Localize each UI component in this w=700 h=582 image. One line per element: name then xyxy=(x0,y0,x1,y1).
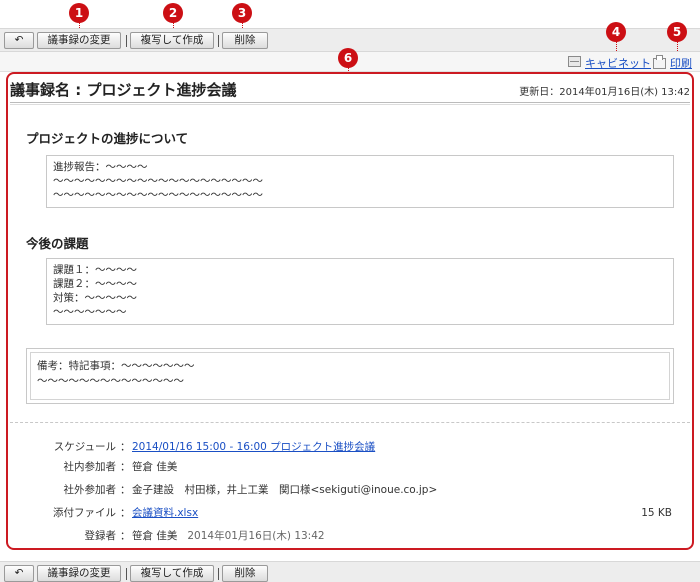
body-line: 対策：〜〜〜〜〜 xyxy=(53,292,137,304)
toolbar-separator xyxy=(218,568,219,580)
page-title: 議事録名 : プロジェクト進捗会議 xyxy=(10,81,237,99)
schedule-link[interactable]: 2014/01/16 15:00 - 16:00 プロジェクト進捗会議 xyxy=(132,441,375,453)
section-heading: プロジェクトの進捗について xyxy=(26,131,189,146)
registrant-name: 笹倉 佳美 xyxy=(132,530,178,542)
label-colon: ： xyxy=(120,530,131,542)
external-attendees-value: 金子建設 村田様，井上工業 関口様<sekiguti@inoue.co.jp> xyxy=(132,484,438,496)
registrant-time: 2014年01月16日(木) 13:42 xyxy=(187,530,325,542)
updated-date: 更新日：2014年01月16日(木) 13:42 xyxy=(519,87,690,98)
change-minutes-button[interactable]: 議事録の変更 xyxy=(37,32,121,49)
schedule-label: スケジュール xyxy=(53,441,116,453)
label-colon: ： xyxy=(120,507,131,519)
registrant-value: 笹倉 佳美 2014年01月16日(木) 13:42 xyxy=(132,528,325,544)
print-link[interactable]: 印刷 xyxy=(670,55,692,70)
attachment-size: 15 KB xyxy=(641,507,672,519)
change-minutes-button[interactable]: 議事録の変更 xyxy=(37,565,121,582)
body-line: 課題１：〜〜〜〜 xyxy=(53,264,137,276)
copy-create-button[interactable]: 複写して作成 xyxy=(130,565,214,582)
toolbar-separator xyxy=(126,568,127,580)
remarks-line: 〜〜〜〜〜〜〜〜〜〜〜〜〜〜 xyxy=(37,375,184,387)
label-colon: ： xyxy=(120,461,131,473)
callout-2: 2 xyxy=(163,3,183,23)
cabinet-link[interactable]: キャビネット xyxy=(585,55,651,70)
title-divider xyxy=(10,102,690,105)
attachment-label: 添付ファイル xyxy=(53,507,116,519)
callout-4: 4 xyxy=(606,22,626,42)
toolbar-separator xyxy=(126,35,127,47)
delete-button[interactable]: 削除 xyxy=(222,565,268,582)
cabinet-icon[interactable] xyxy=(568,56,581,67)
callout-3: 3 xyxy=(232,3,252,23)
body-line: 課題２：〜〜〜〜 xyxy=(53,278,137,290)
back-button[interactable]: ↶ xyxy=(4,565,34,582)
label-colon: ： xyxy=(120,484,131,496)
callout-5: 5 xyxy=(667,22,687,42)
body-line: 〜〜〜〜〜〜〜〜〜〜〜〜〜〜〜〜〜〜〜〜 xyxy=(53,175,263,187)
section-body: 進捗報告：〜〜〜〜 〜〜〜〜〜〜〜〜〜〜〜〜〜〜〜〜〜〜〜〜 〜〜〜〜〜〜〜〜〜… xyxy=(46,155,674,208)
attachment-link[interactable]: 会議資料.xlsx xyxy=(132,507,198,519)
remarks-line: 備考：特記事項：〜〜〜〜〜〜〜 xyxy=(37,360,195,372)
external-attendees-label: 社外参加者 xyxy=(63,484,117,496)
toolbar-separator xyxy=(218,35,219,47)
attachment-row: 添付ファイル ： 会議資料.xlsx 15 KB xyxy=(10,505,690,521)
info-divider xyxy=(10,422,690,423)
internal-attendees-value: 笹倉 佳美 xyxy=(132,461,178,473)
schedule-value: 2014/01/16 15:00 - 16:00 プロジェクト進捗会議 xyxy=(132,439,375,455)
section-body: 課題１：〜〜〜〜 課題２：〜〜〜〜 対策：〜〜〜〜〜 〜〜〜〜〜〜〜 xyxy=(46,258,674,325)
section-heading: 今後の課題 xyxy=(26,236,89,251)
internal-attendees-row: 社内参加者 ： 笹倉 佳美 xyxy=(10,459,690,475)
internal-attendees-label: 社内参加者 xyxy=(63,461,117,473)
label-colon: ： xyxy=(120,441,131,453)
body-line: 〜〜〜〜〜〜〜 xyxy=(53,306,127,318)
body-line: 〜〜〜〜〜〜〜〜〜〜〜〜〜〜〜〜〜〜〜〜 xyxy=(53,189,263,201)
schedule-row: スケジュール ： 2014/01/16 15:00 - 16:00 プロジェクト… xyxy=(10,439,690,455)
registrant-row: 登録者 ： 笹倉 佳美 2014年01月16日(木) 13:42 xyxy=(10,528,690,544)
printer-icon[interactable] xyxy=(653,55,666,69)
registrant-label: 登録者 xyxy=(84,530,117,542)
copy-create-button[interactable]: 複写して作成 xyxy=(130,32,214,49)
delete-button[interactable]: 削除 xyxy=(222,32,268,49)
callout-6: 6 xyxy=(338,48,358,68)
attachment-value: 会議資料.xlsx xyxy=(132,505,198,521)
remarks-inner: 備考：特記事項：〜〜〜〜〜〜〜 〜〜〜〜〜〜〜〜〜〜〜〜〜〜 xyxy=(30,352,670,400)
callout-1: 1 xyxy=(69,3,89,23)
back-button[interactable]: ↶ xyxy=(4,32,34,49)
remarks-box: 備考：特記事項：〜〜〜〜〜〜〜 〜〜〜〜〜〜〜〜〜〜〜〜〜〜 xyxy=(26,348,674,404)
external-attendees-row: 社外参加者 ： 金子建設 村田様，井上工業 関口様<sekiguti@inoue… xyxy=(10,482,690,498)
body-line: 進捗報告：〜〜〜〜 xyxy=(53,161,148,173)
bottom-toolbar: ↶ 議事録の変更 複写して作成 削除 xyxy=(0,561,700,582)
